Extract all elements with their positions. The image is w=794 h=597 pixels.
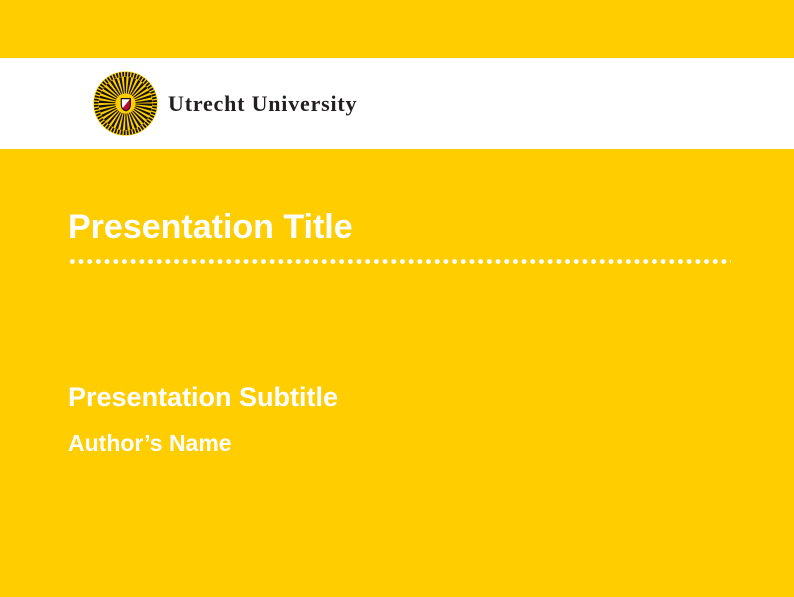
presentation-subtitle: Presentation Subtitle — [68, 384, 338, 411]
dotted-divider — [68, 257, 731, 266]
main-yellow-area: Presentation Title Presentation Subtitle… — [0, 149, 794, 597]
title-slide: Utrecht University Presentation Title Pr… — [0, 0, 794, 597]
presentation-title: Presentation Title — [68, 210, 353, 244]
header-band: Utrecht University — [0, 58, 794, 149]
university-wordmark: Utrecht University — [168, 93, 357, 115]
utrecht-university-seal-icon — [93, 71, 158, 136]
top-yellow-band — [0, 0, 794, 58]
author-name: Author’s Name — [68, 432, 232, 455]
